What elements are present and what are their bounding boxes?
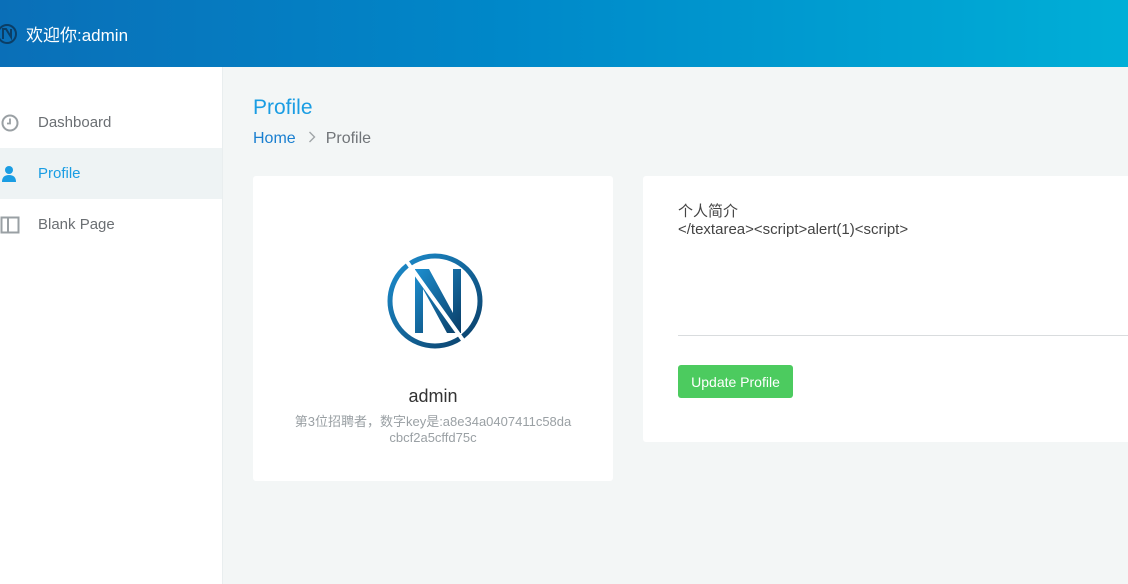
sidebar-item-blank-page[interactable]: Blank Page (0, 199, 222, 250)
page-title: Profile (253, 96, 313, 119)
chevron-right-icon (308, 130, 316, 148)
profile-description: 第3位招聘者，数字key是:a8e34a0407411c58dacbcf2a5c… (294, 414, 572, 445)
columns-icon (0, 215, 20, 235)
sidebar-item-label: Profile (38, 165, 81, 182)
breadcrumb: Home Profile (253, 130, 371, 148)
user-icon (0, 164, 20, 184)
breadcrumb-current: Profile (325, 130, 372, 147)
bio-label: 个人简介 (678, 203, 739, 220)
clock-icon (0, 113, 20, 133)
welcome-text: 欢迎你:admin (26, 26, 129, 45)
profile-form-card: 个人简介 </textarea><script>alert(1)<script>… (643, 176, 1128, 442)
profile-username: admin (408, 386, 458, 406)
sidebar-item-label: Blank Page (38, 216, 115, 233)
update-profile-button[interactable]: Update Profile (678, 365, 793, 398)
profile-card: admin 第3位招聘者，数字key是:a8e34a0407411c58dacb… (253, 176, 613, 481)
bio-textarea[interactable]: </textarea><script>alert(1)<script> (678, 221, 1128, 336)
sidebar-item-label: Dashboard (38, 114, 112, 131)
sidebar-item-dashboard[interactable]: Dashboard (0, 97, 222, 148)
avatar (385, 251, 485, 351)
sidebar-item-profile[interactable]: Profile (0, 148, 222, 199)
logo-icon (0, 23, 18, 45)
breadcrumb-home-link[interactable]: Home (253, 130, 296, 148)
sidebar: Dashboard Profile Blank Page (0, 67, 223, 584)
top-header: 欢迎你:admin (0, 0, 1128, 67)
